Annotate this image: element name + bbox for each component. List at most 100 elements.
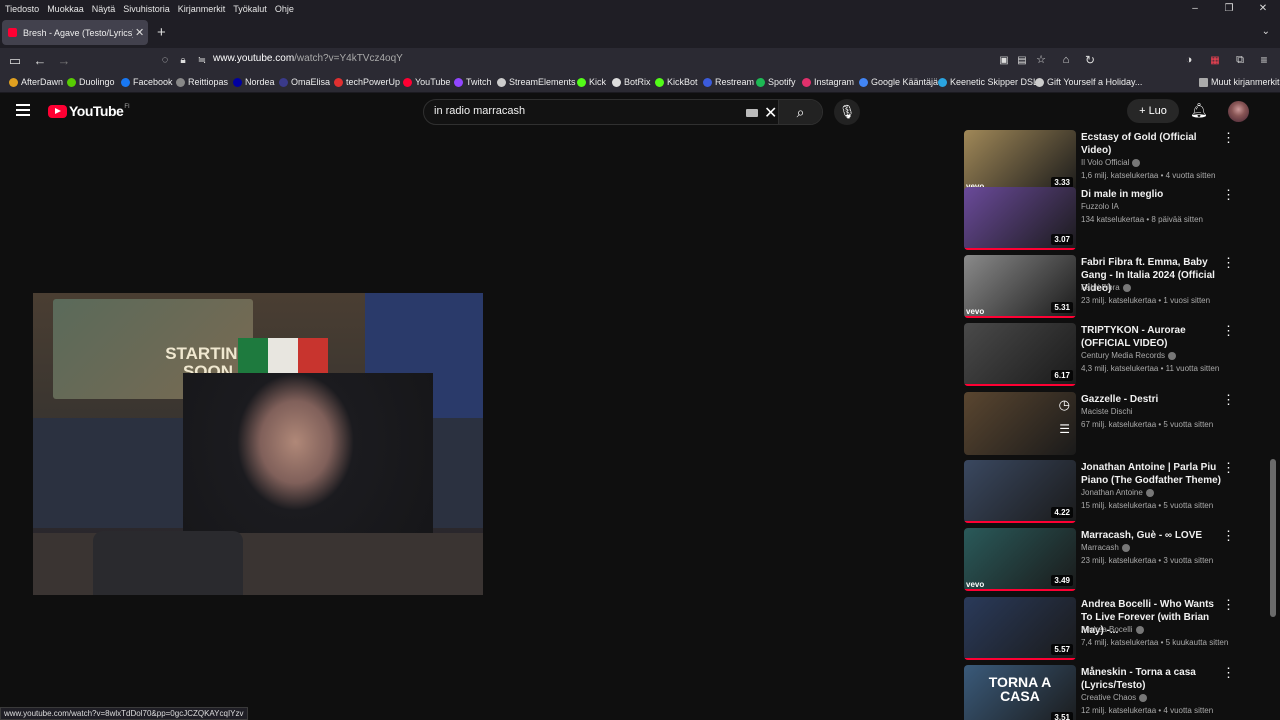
tab-close-icon[interactable]: ✕ (135, 26, 144, 39)
video-thumbnail[interactable]: 3.33vevo (964, 130, 1076, 193)
channel-name[interactable]: Fabri Fibra (1081, 283, 1131, 292)
tracking-shield-icon[interactable]: ◌ (156, 52, 174, 69)
bookmark-item[interactable]: StreamElements (497, 77, 576, 87)
bookmark-star-icon[interactable]: ☆ (1032, 52, 1050, 69)
bookmark-item[interactable]: techPowerUp (334, 77, 400, 87)
bookmark-item[interactable]: OmaElisa (279, 77, 330, 87)
more-actions-icon[interactable]: ⋮ (1222, 393, 1235, 406)
bookmark-item[interactable]: Google Kääntäjä (859, 77, 938, 87)
bookmark-item[interactable]: Gift Yourself a Holiday... (1035, 77, 1142, 87)
channel-name[interactable]: Century Media Records (1081, 351, 1177, 360)
recommendation-item[interactable]: ◷ ☰ Gazzelle - Destri Maciste Dischi 67 milj… (964, 392, 1244, 456)
voice-search-button[interactable]: 🎙︎ (834, 99, 860, 125)
channel-name[interactable]: Fuzzolo IA (1081, 202, 1119, 211)
bookmark-item[interactable]: YouTube (403, 77, 450, 87)
restore-icon[interactable]: ❐ (1212, 0, 1246, 17)
new-tab-icon[interactable]: + (157, 24, 166, 41)
video-player[interactable]: STARTING SOON (33, 293, 483, 595)
url-field[interactable]: www.youtube.com/watch?v=Y4kTVcz4oqY (213, 53, 403, 64)
recommendation-item[interactable]: 3.49 vevo Marracash, Guè - ∞ LOVE Marracash… (964, 528, 1244, 592)
recommendation-title[interactable]: Ecstasy of Gold (Official Video) (1081, 131, 1221, 157)
list-all-tabs-icon[interactable]: ⌄ (1262, 26, 1270, 37)
create-button[interactable]: + Luo (1127, 99, 1179, 123)
lock-icon[interactable]: 🔒︎ (174, 52, 192, 69)
video-thumbnail[interactable]: 3.07 (964, 187, 1076, 250)
minimize-icon[interactable]: – (1178, 0, 1212, 17)
bookmark-item[interactable]: Twitch (454, 77, 492, 87)
more-actions-icon[interactable]: ⋮ (1222, 131, 1235, 144)
sidebar-toggle-icon[interactable]: ▭ (6, 52, 24, 69)
video-thumbnail[interactable]: 5.57 (964, 597, 1076, 660)
recommendation-title[interactable]: Måneskin - Torna a casa (Lyrics/Testo) (1081, 666, 1221, 692)
channel-name[interactable]: Maciste Dischi (1081, 407, 1133, 416)
avatar[interactable] (1228, 101, 1249, 122)
video-thumbnail[interactable]: ◷ ☰ (964, 392, 1076, 455)
bookmark-item[interactable]: Instagram (802, 77, 854, 87)
home-icon[interactable]: ⌂ (1057, 52, 1075, 69)
extension-dark-icon[interactable]: ◑ (1180, 52, 1198, 69)
permissions-icon[interactable]: ≒ (193, 52, 211, 69)
bookmark-item[interactable]: KickBot (655, 77, 698, 87)
video-thumbnail[interactable]: TORNA A CASA 3.51 (964, 665, 1076, 720)
video-thumbnail[interactable]: 4.22 (964, 460, 1076, 523)
recommendation-item[interactable]: 3.07 Di male in meglio Fuzzolo IA 134 katse… (964, 187, 1244, 251)
recommendation-title[interactable]: TRIPTYKON - Aurorae (OFFICIAL VIDEO) (1081, 324, 1221, 350)
bookmark-item[interactable]: Keenetic Skipper DSL (938, 77, 1038, 87)
recommendation-item[interactable]: TORNA A CASA 3.51 Måneskin - Torna a casa … (964, 665, 1244, 720)
menu-item[interactable]: Ohje (275, 4, 294, 14)
extensions-icon[interactable]: ⧉ (1231, 52, 1249, 69)
menu-item[interactable]: Työkalut (233, 4, 267, 14)
close-icon[interactable]: ✕ (1246, 0, 1280, 17)
bookmark-item[interactable]: Facebook (121, 77, 173, 87)
recommendation-item[interactable]: 3.33vevoEcstasy of Gold (Official Video)… (964, 130, 1244, 194)
bookmark-item[interactable]: Restream (703, 77, 754, 87)
search-button[interactable]: ⌕ (778, 100, 822, 124)
channel-name[interactable]: Il Volo Official (1081, 158, 1141, 167)
bookmark-item[interactable]: Reittiopas (176, 77, 228, 87)
menu-item[interactable]: Muokkaa (47, 4, 84, 14)
reload-icon[interactable]: ↻ (1081, 52, 1099, 69)
channel-name[interactable]: Marracash (1081, 543, 1130, 552)
keyboard-icon[interactable] (746, 109, 758, 117)
app-menu-icon[interactable]: ≡ (1255, 52, 1273, 69)
channel-name[interactable]: Jonathan Antoine (1081, 488, 1154, 497)
menu-item[interactable]: Näytä (92, 4, 116, 14)
other-bookmarks[interactable]: Muut kirjanmerkit (1199, 77, 1280, 87)
clear-search-icon[interactable]: ✕ (764, 103, 777, 123)
video-thumbnail[interactable]: 3.49 vevo (964, 528, 1076, 591)
channel-name[interactable]: Andrea Bocelli (1081, 625, 1144, 634)
bookmark-item[interactable]: AfterDawn (9, 77, 63, 87)
more-actions-icon[interactable]: ⋮ (1222, 529, 1235, 542)
video-thumbnail[interactable]: 6.17 (964, 323, 1076, 386)
recommendation-item[interactable]: 6.17 TRIPTYKON - Aurorae (OFFICIAL VIDEO)… (964, 323, 1244, 387)
menu-item[interactable]: Kirjanmerkit (178, 4, 226, 14)
extension-badge-icon[interactable]: ▦ (1206, 52, 1224, 69)
hamburger-menu-icon[interactable] (16, 104, 30, 116)
youtube-logo[interactable]: YouTube FI (48, 103, 130, 119)
pip-icon[interactable]: ▣ (995, 52, 1013, 69)
more-actions-icon[interactable]: ⋮ (1222, 324, 1235, 337)
page-scrollbar[interactable] (1270, 459, 1276, 617)
recommendation-title[interactable]: Di male in meglio (1081, 188, 1221, 201)
back-icon[interactable]: ← (31, 52, 49, 69)
recommendation-title[interactable]: Marracash, Guè - ∞ LOVE (1081, 529, 1221, 542)
menu-item[interactable]: Sivuhistoria (123, 4, 170, 14)
more-actions-icon[interactable]: ⋮ (1222, 256, 1235, 269)
menu-item[interactable]: Tiedosto (5, 4, 39, 14)
bookmark-item[interactable]: BotRix (612, 77, 651, 87)
bookmark-item[interactable]: Nordea (233, 77, 275, 87)
notifications-bell-icon[interactable]: 🔔︎ (1190, 102, 1208, 119)
recommendation-title[interactable]: Gazzelle - Destri (1081, 393, 1221, 406)
more-actions-icon[interactable]: ⋮ (1222, 598, 1235, 611)
recommendation-item[interactable]: 5.31 vevo Fabri Fibra ft. Emma, Baby Gang … (964, 255, 1244, 319)
recommendation-item[interactable]: 5.57 Andrea Bocelli - Who Wants To Live F… (964, 597, 1244, 661)
video-thumbnail[interactable]: 5.31 vevo (964, 255, 1076, 318)
recommendation-title[interactable]: Jonathan Antoine | Parla Piu Piano (The … (1081, 461, 1221, 487)
channel-name[interactable]: Creative Chaos (1081, 693, 1148, 702)
more-actions-icon[interactable]: ⋮ (1222, 666, 1235, 679)
reader-view-icon[interactable]: ▤ (1013, 52, 1031, 69)
bookmark-item[interactable]: Spotify (756, 77, 796, 87)
more-actions-icon[interactable]: ⋮ (1222, 188, 1235, 201)
watch-later-icon[interactable]: ◷ (1059, 397, 1070, 413)
bookmark-item[interactable]: Kick (577, 77, 606, 87)
